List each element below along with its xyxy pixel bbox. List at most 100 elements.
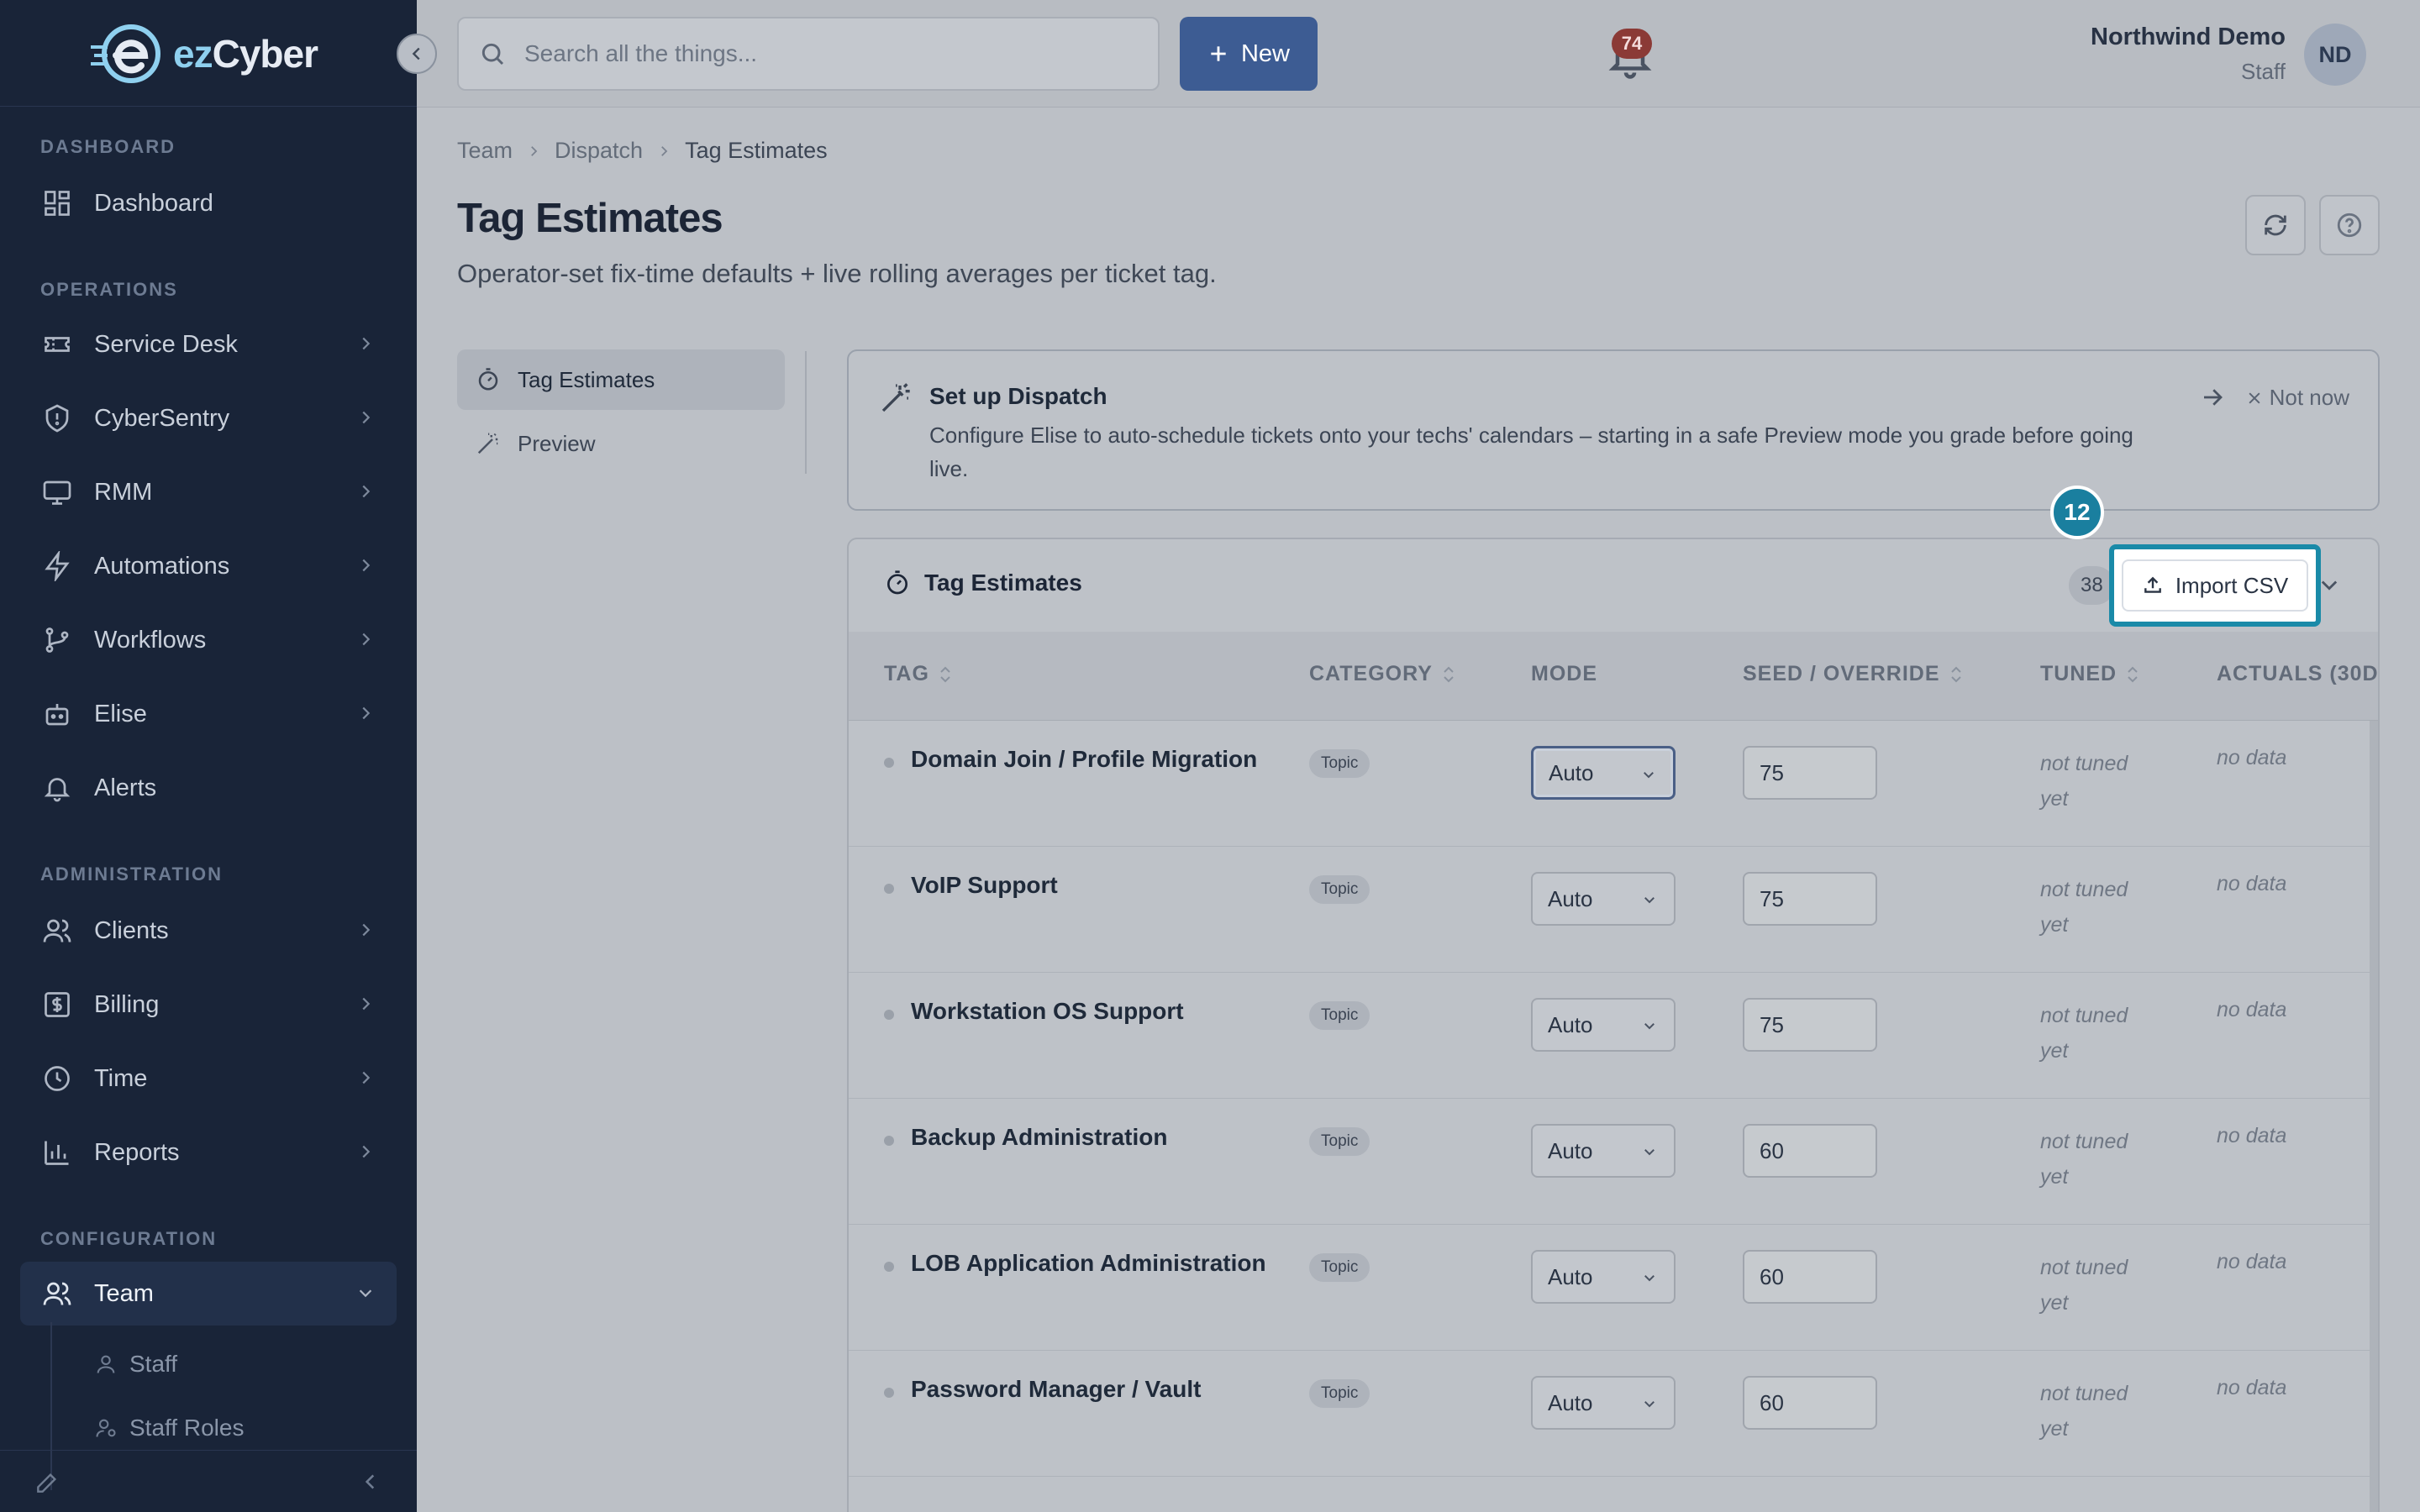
sidebar-item-alerts[interactable]: Alerts [20, 756, 397, 820]
mode-select[interactable]: Auto [1531, 872, 1676, 926]
category-badge: Topic [1309, 749, 1370, 778]
tuned-status-line2: yet [2040, 1039, 2069, 1063]
column-header-tuned[interactable]: TUNED [2040, 662, 2140, 686]
subnav-label: Preview [518, 430, 596, 456]
mode-select[interactable]: Auto [1531, 998, 1676, 1052]
seed-override-input[interactable]: 75 [1743, 872, 1877, 926]
mode-select-value: Auto [1548, 1011, 1593, 1037]
import-csv-button[interactable]: Import CSV [2121, 559, 2309, 612]
tuned-status: not tuned yet [2040, 998, 2158, 1068]
sidebar-item-label: Team [94, 1279, 154, 1307]
sidebar-subitem-staff-roles[interactable]: Staff Roles [94, 1404, 244, 1452]
sidebar-item-dashboard[interactable]: Dashboard [20, 171, 397, 235]
breadcrumb-team[interactable]: Team [457, 138, 513, 164]
column-header-seed-override[interactable]: SEED / OVERRIDE [1743, 662, 1964, 686]
seed-override-input[interactable]: 75 [1743, 998, 1877, 1052]
chevron-down-icon [1644, 1401, 1655, 1408]
tuned-status: not tuned yet [2040, 746, 2158, 816]
chevron-down-icon[interactable] [2317, 573, 2341, 596]
sidebar-footer [0, 1450, 417, 1512]
category-badge: Topic [1309, 1379, 1370, 1408]
sidebar-subitem-staff[interactable]: Staff [94, 1341, 177, 1388]
sidebar-item-label: Elise [94, 700, 147, 727]
mode-select[interactable]: Auto [1531, 1376, 1676, 1430]
mode-select[interactable]: Auto [1531, 1250, 1676, 1304]
refresh-button[interactable] [2245, 195, 2306, 255]
subnav-tag-estimates[interactable]: Tag Estimates [457, 349, 785, 410]
panel-title-text: Tag Estimates [924, 570, 1082, 596]
category-badge: Topic [1309, 1253, 1370, 1282]
shield-icon [40, 402, 74, 435]
table-scrollbar[interactable] [2370, 721, 2378, 1512]
sort-icon [1444, 666, 1454, 682]
logo-mark-icon [91, 24, 160, 83]
sidebar-toggle-button[interactable] [397, 34, 437, 74]
edit-icon[interactable] [34, 1469, 60, 1496]
column-header-label: SEED / OVERRIDE [1743, 662, 1940, 685]
sidebar-item-rmm[interactable]: RMM [20, 460, 397, 524]
sidebar-item-workflows[interactable]: Workflows [20, 608, 397, 672]
notification-count-badge: 74 [1612, 29, 1652, 59]
tag-name: Backup Administration [911, 1124, 1168, 1150]
search-input[interactable] [524, 40, 1146, 67]
stopwatch-icon [478, 368, 498, 391]
sidebar-item-billing[interactable]: Billing [20, 973, 397, 1037]
help-button[interactable] [2319, 195, 2380, 255]
seed-override-input[interactable]: 60 [1743, 1376, 1877, 1430]
seed-override-input[interactable]: 60 [1743, 1250, 1877, 1304]
mode-select-value: Auto [1548, 1389, 1593, 1415]
seed-override-input[interactable]: 75 [1743, 746, 1877, 800]
chevron-down-icon [1644, 1023, 1655, 1030]
sidebar-item-reports[interactable]: Reports [20, 1121, 397, 1184]
new-button[interactable]: New [1180, 17, 1318, 91]
sidebar-item-label: Dashboard [94, 189, 213, 217]
user-name[interactable]: Northwind Demo [2091, 24, 2286, 51]
mode-select[interactable]: Auto [1531, 1124, 1676, 1178]
sidebar-item-cybersentry[interactable]: CyberSentry [20, 386, 397, 450]
magic-wand-icon [477, 433, 498, 454]
sidebar-subitem-label: Staff [129, 1351, 178, 1377]
arrow-right-icon[interactable] [2200, 385, 2225, 410]
sidebar-item-time[interactable]: Time [20, 1047, 397, 1110]
tuned-status: not tuned yet [2040, 1124, 2158, 1194]
breadcrumb-dispatch[interactable]: Dispatch [555, 138, 643, 164]
sidebar-subitem-label: Staff Roles [129, 1415, 245, 1441]
mode-select[interactable]: Auto [1531, 746, 1676, 800]
section-label-administration: ADMINISTRATION [40, 864, 224, 885]
avatar[interactable]: ND [2304, 24, 2366, 86]
actuals-value: no data [2217, 1124, 2287, 1147]
tag-name: Password Manager / Vault [911, 1376, 1202, 1402]
dollar-icon [40, 988, 74, 1021]
sidebar-item-elise[interactable]: Elise [20, 682, 397, 746]
tuned-status-line2: yet [2040, 1291, 2069, 1315]
mode-select-value: Auto [1549, 759, 1594, 785]
column-header-tag[interactable]: TAG [884, 662, 953, 686]
column-header-actuals: ACTUALS (30D [2217, 662, 2378, 686]
actuals-value: no data [2217, 1376, 2287, 1399]
not-now-button[interactable]: Not now [2246, 385, 2349, 411]
sidebar-item-clients[interactable]: Clients [20, 899, 397, 963]
seed-override-input[interactable]: 60 [1743, 1124, 1877, 1178]
sidebar-item-team[interactable]: Team [20, 1262, 397, 1326]
status-dot [884, 758, 894, 768]
collapse-sidebar-icon[interactable] [360, 1471, 381, 1493]
chevron-right-icon [362, 485, 371, 498]
search-box[interactable] [457, 17, 1160, 91]
user-role: Staff [2240, 59, 2286, 84]
app-logo[interactable]: ezCyber [91, 20, 318, 87]
mode-select-value: Auto [1548, 885, 1593, 911]
sidebar-item-label: Alerts [94, 774, 157, 801]
sidebar-item-automations[interactable]: Automations [20, 534, 397, 598]
sidebar-item-label: Clients [94, 916, 169, 944]
setup-description: Configure Elise to auto-schedule tickets… [929, 423, 2133, 481]
status-dot [884, 1388, 894, 1398]
user-icon [97, 1355, 115, 1373]
column-header-category[interactable]: CATEGORY [1309, 662, 1456, 686]
logo-text: ezCyber [173, 32, 318, 76]
tuned-status-line1: not tuned [2040, 1004, 2128, 1027]
sidebar-item-service-desk[interactable]: Service Desk [20, 312, 397, 376]
section-label-operations: OPERATIONS [40, 279, 178, 300]
subnav-preview[interactable]: Preview [457, 413, 785, 474]
refresh-icon [2265, 214, 2286, 236]
tag-count-badge: 38 [2069, 566, 2115, 605]
